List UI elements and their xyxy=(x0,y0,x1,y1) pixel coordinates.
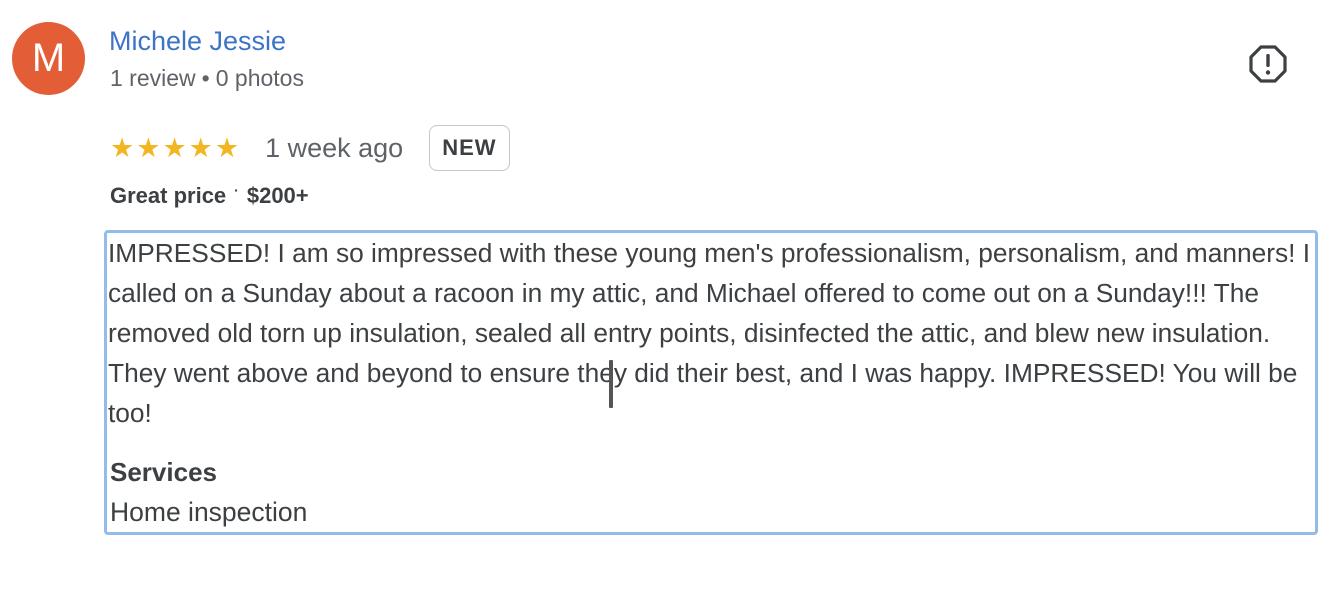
report-flag-icon[interactable] xyxy=(1248,44,1288,84)
services-title: Services xyxy=(110,457,217,487)
meta-separator: • xyxy=(201,65,210,91)
star-icon: ★ xyxy=(162,133,187,163)
services-value: Home inspection xyxy=(110,497,308,527)
star-icon: ★ xyxy=(214,133,240,163)
avatar[interactable]: M xyxy=(12,22,85,95)
price-amount: $200+ xyxy=(246,183,309,208)
price-label: Great price xyxy=(110,183,227,208)
star-icon: ★ xyxy=(188,133,213,163)
star-icon: ★ xyxy=(136,133,161,163)
reviewer-meta: 1 review • 0 photos xyxy=(110,64,304,92)
star-icon: ★ xyxy=(110,133,135,163)
star-rating: ★ ★ ★ ★ ★ xyxy=(110,134,239,162)
review-count: 1 review xyxy=(110,65,196,91)
rating-row: ★ ★ ★ ★ ★ 1 week ago NEW xyxy=(110,124,510,172)
text-cursor xyxy=(609,360,613,408)
price-separator: · xyxy=(234,182,239,198)
price-row: Great price · $200+ xyxy=(110,181,309,213)
review-text: IMPRESSED! I am so impressed with these … xyxy=(108,238,1311,428)
new-badge: NEW xyxy=(429,125,510,171)
photo-count: 0 photos xyxy=(215,65,304,91)
reviewer-name[interactable]: Michele Jessie xyxy=(109,24,286,58)
review-time: 1 week ago xyxy=(265,132,404,163)
